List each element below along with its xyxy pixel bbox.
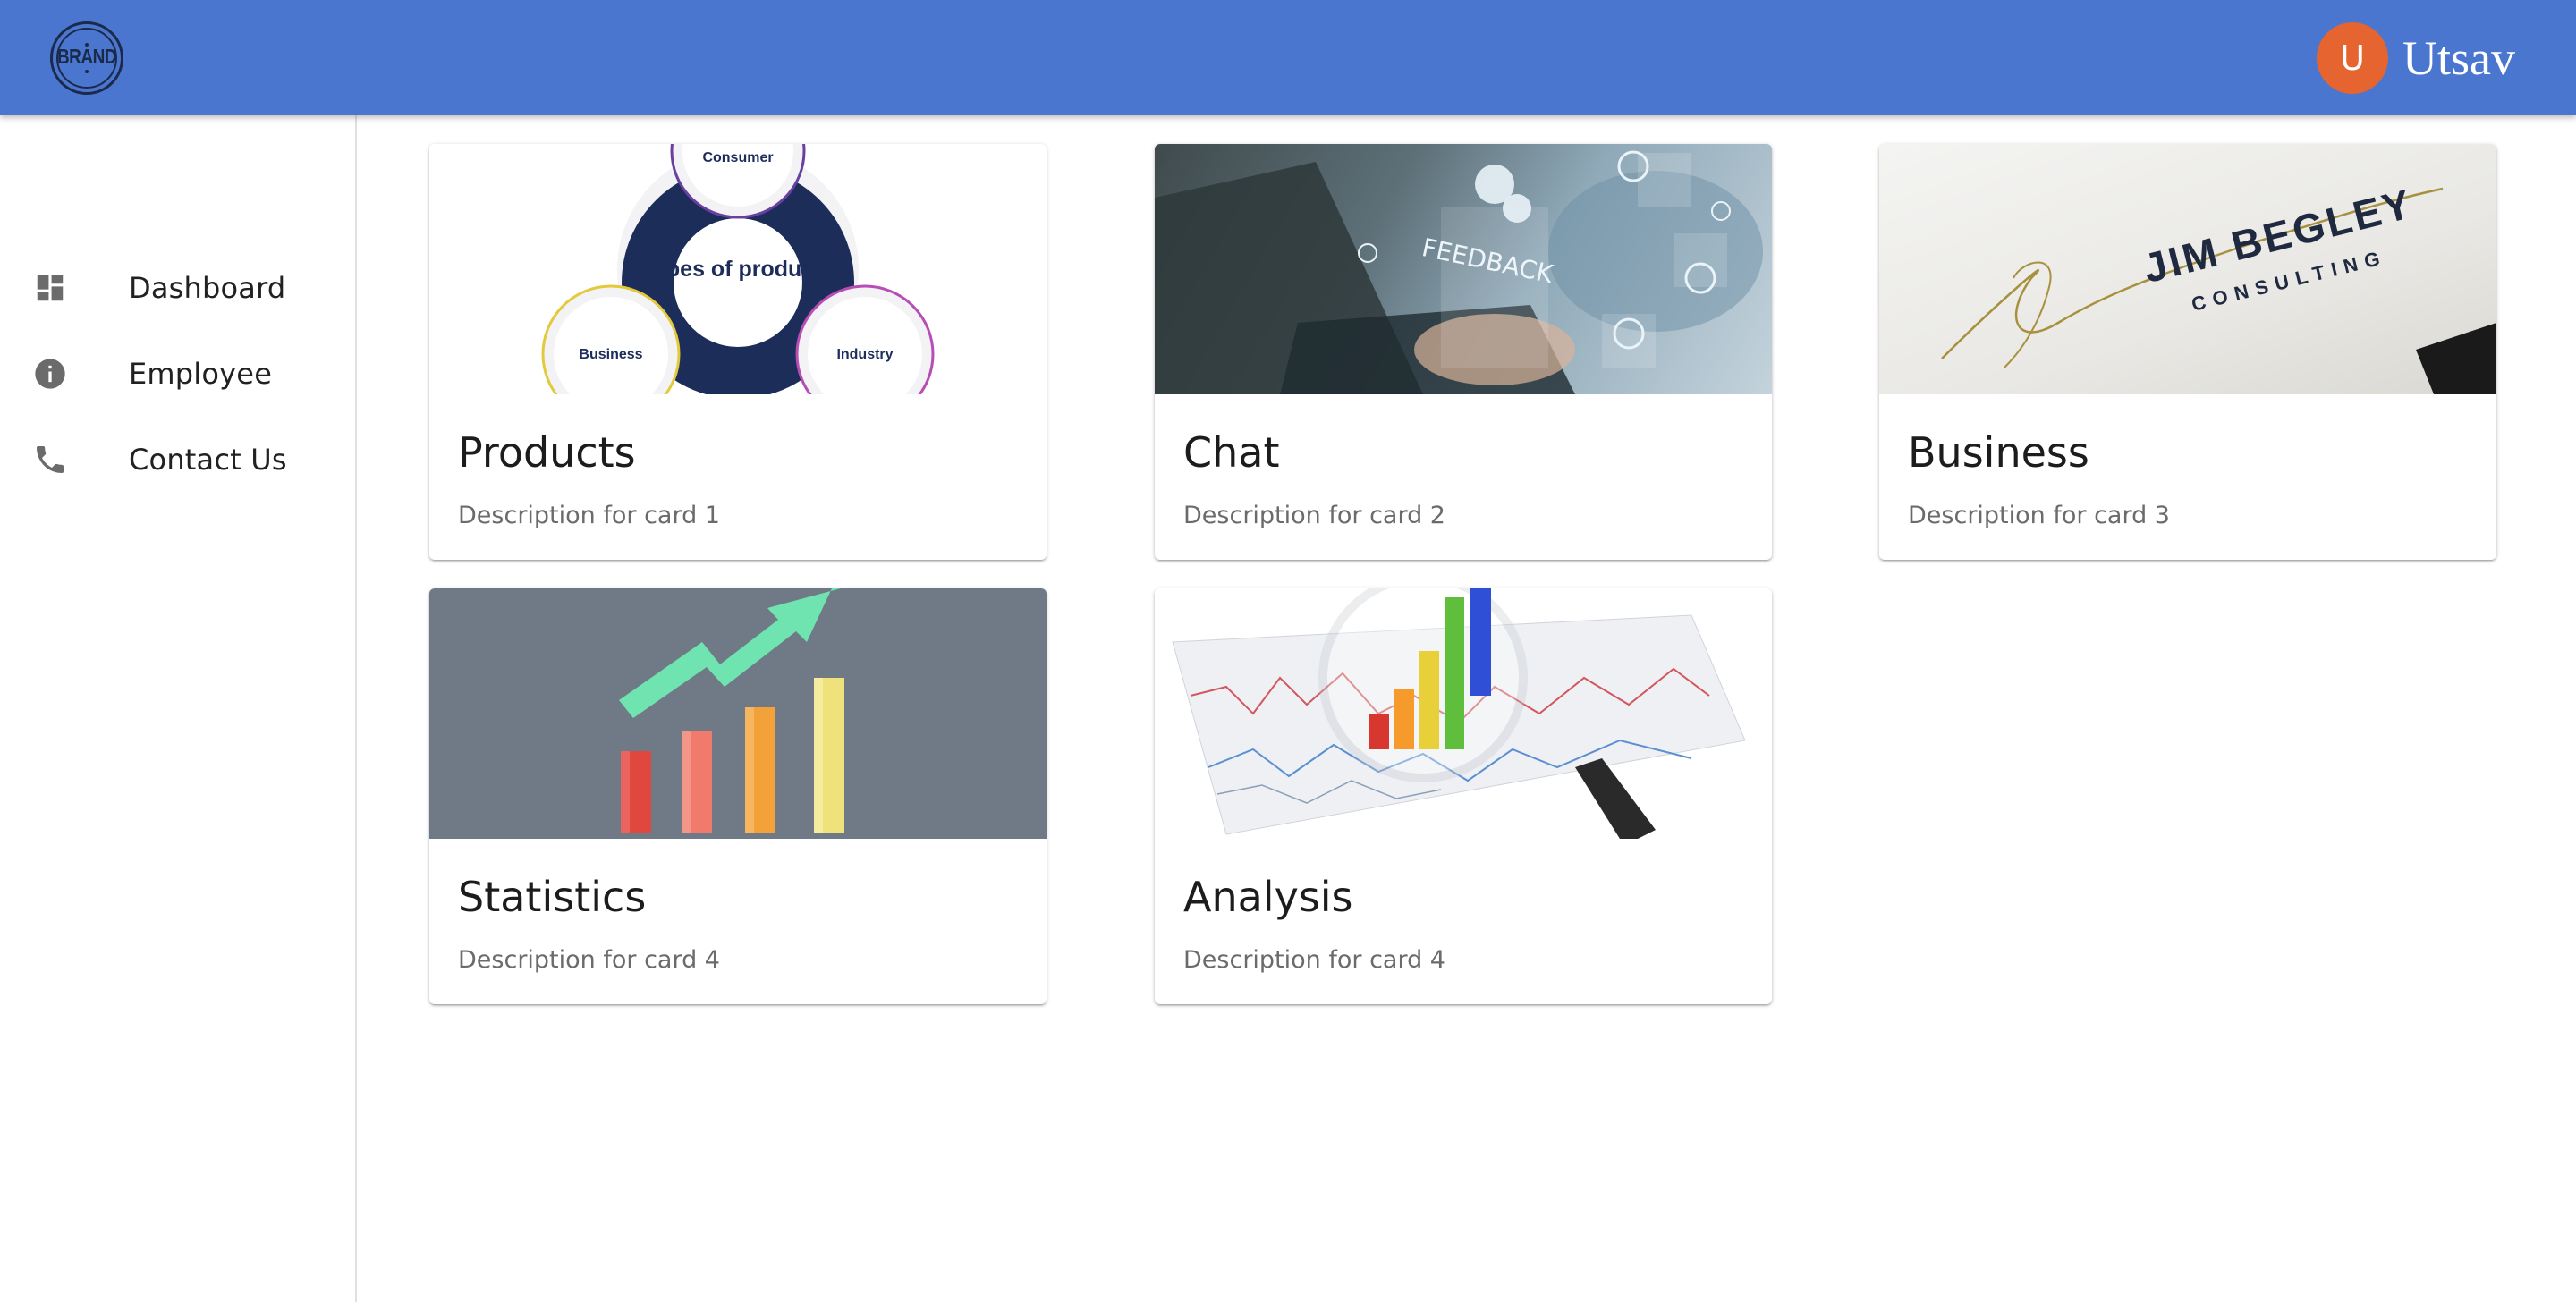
card-business[interactable]: JIM BEGLEY CONSULTING Business Descripti… (1879, 144, 2496, 560)
sidebar: Dashboard Employee Contact Us (0, 115, 357, 1302)
card-description: Description for card 1 (458, 502, 720, 529)
feedback-laptop-image: FEEDBACK (1155, 144, 1772, 394)
dashboard-icon (32, 270, 68, 306)
card-description: Description for card 3 (1908, 502, 2170, 529)
avatar[interactable]: U (2317, 22, 2389, 94)
phone-icon (32, 442, 68, 478)
business-card-image: JIM BEGLEY CONSULTING (1879, 144, 2496, 394)
magnifier-chart-image (1155, 588, 1772, 839)
image-left-text: Business (579, 347, 642, 362)
user-menu[interactable]: U Utsav (2317, 22, 2515, 94)
image-top-text: Consumer (702, 150, 773, 165)
growth-chart-image (429, 588, 1046, 839)
sidebar-item-label: Dashboard (129, 271, 286, 305)
sidebar-item-label: Contact Us (129, 443, 287, 477)
card-description: Description for card 2 (1183, 502, 1445, 529)
sidebar-item-contact-us[interactable]: Contact Us (0, 419, 355, 500)
card-statistics[interactable]: Statistics Description for card 4 (429, 588, 1046, 1004)
app-bar: BRAND U Utsav (0, 0, 2576, 115)
user-name: Utsav (2402, 31, 2515, 85)
image-right-text: Industry (836, 347, 893, 362)
card-analysis[interactable]: Analysis Description for card 4 (1155, 588, 1772, 1004)
info-icon (32, 356, 68, 392)
sidebar-item-employee[interactable]: Employee (0, 334, 355, 414)
brand-logo[interactable]: BRAND (50, 21, 123, 95)
card-description: Description for card 4 (458, 946, 720, 974)
card-title: Business (1908, 428, 2089, 477)
image-center-text: Types of products (642, 257, 835, 282)
card-title: Products (458, 428, 636, 477)
brand-logo-text: BRAND (56, 46, 117, 69)
card-products[interactable]: Types of products Consumer Business Indu… (429, 144, 1046, 560)
card-title: Analysis (1183, 873, 1353, 921)
card-title: Chat (1183, 428, 1280, 477)
sidebar-item-label: Employee (129, 357, 273, 391)
card-description: Description for card 4 (1183, 946, 1445, 974)
card-title: Statistics (458, 873, 647, 921)
sidebar-item-dashboard[interactable]: Dashboard (0, 248, 355, 328)
card-chat[interactable]: FEEDBACK Chat Description for card 2 (1155, 144, 1772, 560)
types-of-products-image: Types of products Consumer Business Indu… (429, 144, 1046, 394)
